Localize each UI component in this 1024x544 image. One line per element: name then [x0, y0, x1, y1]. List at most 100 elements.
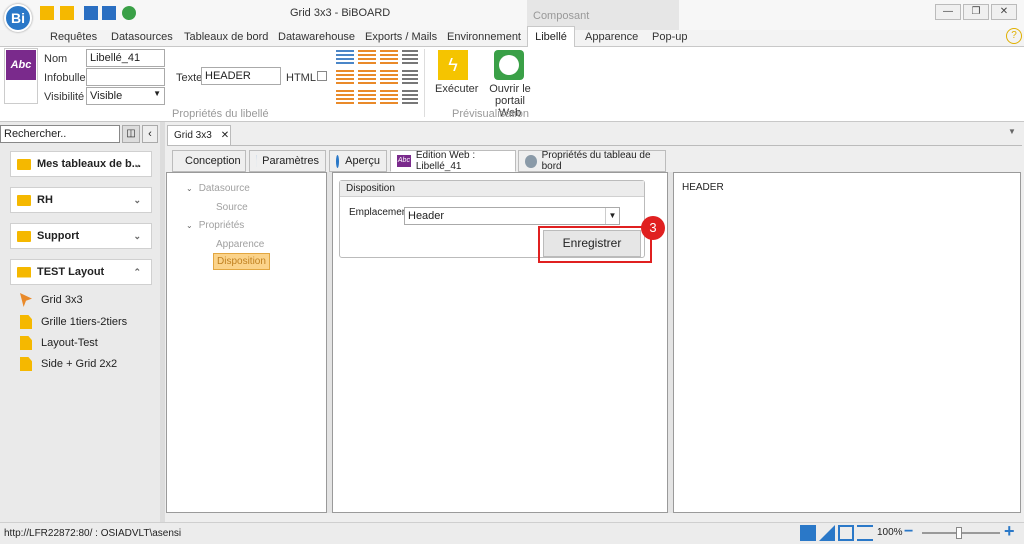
connection-status: http://LFR22872:80/ : OSIADVLT\asensi: [4, 528, 182, 539]
collapse-panel-icon[interactable]: ‹: [142, 125, 158, 143]
tab-popup[interactable]: Pop-up: [652, 30, 687, 46]
nav-item-grille[interactable]: Grille 1tiers-2tiers: [20, 314, 127, 330]
expand-icon: ⌄: [186, 221, 193, 230]
nav-item-grid-3x3[interactable]: Grid 3x3: [20, 292, 83, 308]
visibilite-value: Visible: [90, 90, 123, 102]
tab-parametres[interactable]: Paramètres: [249, 150, 326, 172]
nav-item-label: Grid 3x3: [41, 294, 83, 306]
document-icon: [20, 357, 32, 371]
save-icon[interactable]: [84, 6, 98, 20]
expand-icon: ⌄: [186, 184, 193, 193]
tree-node-apparence[interactable]: Apparence: [216, 239, 264, 250]
tree-node-disposition[interactable]: Disposition: [213, 253, 270, 270]
resize-icon[interactable]: [838, 525, 854, 541]
tab-requetes[interactable]: Requêtes: [50, 30, 97, 46]
dropdown-arrow-icon: ▼: [153, 89, 161, 98]
nav-item-layout-test[interactable]: Layout-Test: [20, 335, 98, 351]
document-icon: [20, 315, 32, 329]
save-button[interactable]: Enregistrer: [543, 230, 641, 257]
html-checkbox[interactable]: [317, 71, 327, 81]
texte-field[interactable]: HEADER: [201, 67, 281, 85]
tab-datawarehouse[interactable]: Datawarehouse: [278, 30, 355, 46]
nav-group-test-layout[interactable]: TEST Layout ⌃: [10, 259, 152, 285]
search-input[interactable]: Rechercher..: [0, 125, 120, 143]
nav-group-label: Support: [37, 230, 80, 242]
cursor-arrow-icon: [20, 293, 32, 307]
tab-label: Aperçu: [345, 155, 380, 167]
chevron-up-icon: ⌃: [133, 266, 141, 277]
nav-group-support[interactable]: Support ⌄: [10, 223, 152, 249]
folder-icon: [17, 230, 31, 242]
emplacement-select[interactable]: Header ▼: [404, 207, 620, 225]
emplacement-label: Emplacement: [349, 207, 411, 218]
emplacement-value: Header: [408, 210, 445, 222]
tab-exports-mails[interactable]: Exports / Mails: [365, 30, 437, 46]
disposition-title: Disposition: [340, 181, 644, 197]
globe-icon[interactable]: [494, 50, 524, 80]
tree-node-label: Datasource: [198, 183, 250, 194]
close-window-button[interactable]: ✕: [991, 4, 1017, 20]
preview-pane: [673, 172, 1021, 513]
tab-edition-web[interactable]: Abc Edition Web : Libellé_41: [390, 150, 516, 172]
folder-icon: [17, 158, 31, 170]
nav-group-rh[interactable]: RH ⌄: [10, 187, 152, 213]
title-bar: [0, 0, 1024, 30]
tab-tableaux-de-bord[interactable]: Tableaux de bord: [184, 30, 268, 46]
tab-conception[interactable]: Conception: [172, 150, 246, 172]
tab-environnement[interactable]: Environnement: [447, 30, 521, 46]
nav-group-mes-tableaux[interactable]: Mes tableaux de b... ⌄: [10, 151, 152, 177]
nav-item-side-grid[interactable]: Side + Grid 2x2: [20, 356, 117, 372]
step-badge: 3: [641, 216, 665, 240]
tab-datasources[interactable]: Datasources: [111, 30, 173, 46]
alignment-grid[interactable]: [336, 50, 418, 104]
tree-node-proprietes[interactable]: ⌄ Propriétés: [186, 220, 244, 231]
restore-button[interactable]: ❐: [963, 4, 989, 20]
nom-field[interactable]: Libellé_41: [86, 49, 165, 67]
minimize-button[interactable]: —: [935, 4, 961, 20]
close-icon[interactable]: ✕: [221, 130, 229, 141]
tab-label: Propriétés du tableau de bord: [541, 150, 651, 172]
tab-label: Edition Web : Libellé_41: [415, 150, 476, 172]
tab-apercu[interactable]: Aperçu: [329, 150, 387, 172]
folder-open-icon: [17, 266, 31, 278]
help-icon[interactable]: ?: [1006, 28, 1022, 44]
nav-item-label: Side + Grid 2x2: [41, 358, 118, 370]
tab-list-arrow-icon[interactable]: ▼: [1008, 127, 1016, 136]
zoom-slider-thumb[interactable]: [956, 527, 962, 539]
tree-node-source[interactable]: Source: [216, 202, 248, 213]
visibilite-label: Visibilité: [44, 91, 85, 103]
folder-icon: [17, 194, 31, 206]
dropdown-arrow-icon: ▼: [605, 208, 619, 224]
app-logo[interactable]: Bi: [4, 4, 32, 32]
fit-width-icon[interactable]: [857, 525, 873, 541]
group-previsualisation-label: Prévisualisation: [452, 108, 530, 120]
infobulle-field[interactable]: [86, 68, 165, 86]
document-tab-grid[interactable]: Grid 3x3 ✕: [167, 125, 231, 145]
executer-button[interactable]: Exécuter: [435, 83, 478, 95]
ribbon-separator: [424, 49, 425, 117]
save-all-icon[interactable]: [102, 6, 116, 20]
zoom-in-icon[interactable]: +: [1004, 522, 1020, 540]
tab-proprietes-tableau[interactable]: Propriétés du tableau de bord: [518, 150, 666, 172]
nav-item-label: Grille 1tiers-2tiers: [41, 316, 128, 328]
tab-apparence[interactable]: Apparence: [585, 30, 638, 46]
binoculars-icon[interactable]: ◫: [122, 125, 140, 143]
globe-icon: [336, 154, 340, 168]
lightning-icon[interactable]: ϟ: [438, 50, 468, 80]
new-icon[interactable]: [40, 6, 54, 20]
document-tab-label: Grid 3x3: [174, 130, 212, 141]
open-icon[interactable]: [60, 6, 74, 20]
tab-libelle[interactable]: Libellé: [527, 26, 575, 47]
zoom-out-icon[interactable]: −: [904, 524, 918, 540]
nav-item-label: Layout-Test: [41, 337, 98, 349]
tree-node-datasource[interactable]: ⌄ Datasource: [186, 183, 250, 194]
tab-divider: [167, 145, 1022, 146]
nav-group-label: Mes tableaux de b...: [37, 158, 141, 170]
label-component-icon: Abc: [397, 155, 411, 167]
preview-header-text: HEADER: [682, 182, 724, 193]
chevron-down-icon: ⌄: [133, 194, 141, 205]
visibilite-select[interactable]: Visible ▼: [86, 87, 165, 105]
refresh-icon[interactable]: [122, 6, 136, 20]
layout-mode-icon[interactable]: [800, 525, 816, 541]
nav-group-label: TEST Layout: [37, 266, 105, 278]
